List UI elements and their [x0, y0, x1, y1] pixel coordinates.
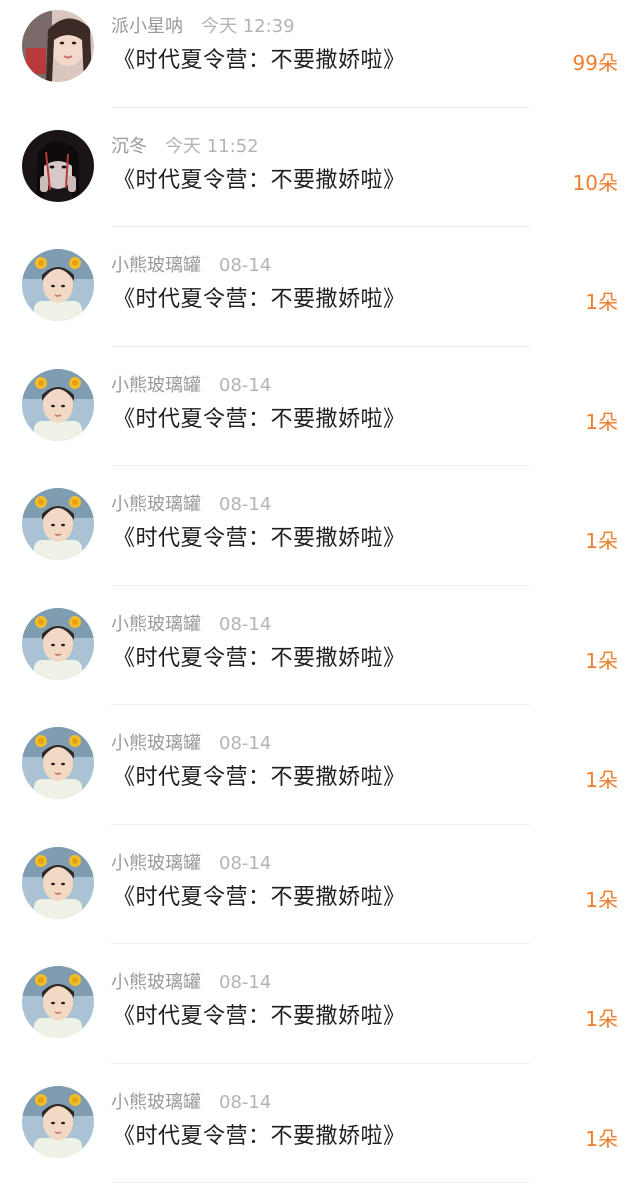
avatar[interactable]: [22, 369, 94, 441]
username[interactable]: 小熊玻璃罐: [111, 853, 201, 874]
divider: [111, 465, 530, 466]
item-title: 《时代夏令营：不要撒娇啦》: [113, 644, 406, 674]
avatar[interactable]: [22, 608, 94, 680]
username[interactable]: 沉冬: [111, 136, 147, 157]
flower-count: 1朵: [585, 1006, 618, 1032]
item-title: 《时代夏令营：不要撒娇啦》: [113, 166, 406, 196]
item-title: 《时代夏令营：不要撒娇啦》: [113, 285, 406, 315]
username[interactable]: 小熊玻璃罐: [111, 733, 201, 754]
item-title: 《时代夏令营：不要撒娇啦》: [113, 883, 406, 913]
item-title: 《时代夏令营：不要撒娇啦》: [113, 763, 406, 793]
list-item[interactable]: 派小星呐今天 12:39 《时代夏令营：不要撒娇啦》 99朵: [0, 0, 640, 120]
timestamp: 08-14: [219, 1092, 271, 1113]
username[interactable]: 小熊玻璃罐: [111, 972, 201, 993]
list-item[interactable]: 小熊玻璃罐 08-14 《时代夏令营：不要撒娇啦》 1朵: [0, 478, 640, 598]
flower-count: 1朵: [585, 767, 618, 793]
list-item[interactable]: 小熊玻璃罐 08-14 《时代夏令营：不要撒娇啦》 1朵: [0, 717, 640, 837]
flower-count: 1朵: [585, 289, 618, 315]
username[interactable]: 小熊玻璃罐: [111, 255, 201, 276]
username[interactable]: 小熊玻璃罐: [111, 375, 201, 396]
timestamp: 08-14: [219, 853, 271, 874]
item-title: 《时代夏令营：不要撒娇啦》: [113, 405, 406, 435]
username[interactable]: 派小星呐: [111, 16, 183, 37]
avatar[interactable]: [22, 130, 94, 202]
divider: [111, 107, 530, 108]
item-title: 《时代夏令营：不要撒娇啦》: [113, 1122, 406, 1152]
flower-count: 1朵: [585, 1126, 618, 1152]
flower-count: 1朵: [585, 528, 618, 554]
avatar[interactable]: [22, 249, 94, 321]
timestamp: 08-14: [219, 614, 271, 635]
timestamp: 今天 11:52: [165, 136, 259, 157]
timestamp: 08-14: [219, 375, 271, 396]
item-title: 《时代夏令营：不要撒娇啦》: [113, 46, 406, 76]
flower-count: 1朵: [585, 648, 618, 674]
divider: [111, 704, 530, 705]
avatar[interactable]: [22, 847, 94, 919]
list-item[interactable]: 小熊玻璃罐 08-14 《时代夏令营：不要撒娇啦》 1朵: [0, 239, 640, 359]
timestamp: 08-14: [219, 972, 271, 993]
list-item[interactable]: 小熊玻璃罐 08-14 《时代夏令营：不要撒娇啦》 1朵: [0, 837, 640, 957]
flower-count: 1朵: [585, 409, 618, 435]
gift-list: 派小星呐今天 12:39 《时代夏令营：不要撒娇啦》 99朵 沉冬今天 11:5…: [0, 0, 640, 1182]
list-item[interactable]: 小熊玻璃罐 08-14 《时代夏令营：不要撒娇啦》 1朵: [0, 359, 640, 479]
flower-count: 10朵: [573, 170, 618, 196]
divider: [111, 824, 530, 825]
timestamp: 08-14: [219, 494, 271, 515]
flower-count: 99朵: [573, 50, 618, 76]
item-title: 《时代夏令营：不要撒娇啦》: [113, 524, 406, 554]
divider: [111, 226, 530, 227]
avatar[interactable]: [22, 966, 94, 1038]
divider: [111, 585, 530, 586]
timestamp: 今天 12:39: [201, 16, 295, 37]
list-item[interactable]: 小熊玻璃罐 08-14 《时代夏令营：不要撒娇啦》 1朵: [0, 598, 640, 718]
avatar[interactable]: [22, 1086, 94, 1158]
timestamp: 08-14: [219, 255, 271, 276]
avatar[interactable]: [22, 727, 94, 799]
avatar[interactable]: [22, 10, 94, 82]
divider: [111, 1182, 530, 1183]
username[interactable]: 小熊玻璃罐: [111, 494, 201, 515]
list-item[interactable]: 沉冬今天 11:52 《时代夏令营：不要撒娇啦》 10朵: [0, 120, 640, 240]
divider: [111, 1063, 530, 1064]
item-title: 《时代夏令营：不要撒娇啦》: [113, 1002, 406, 1032]
list-item[interactable]: 小熊玻璃罐 08-14 《时代夏令营：不要撒娇啦》 1朵: [0, 956, 640, 1076]
list-item[interactable]: 小熊玻璃罐 08-14 《时代夏令营：不要撒娇啦》 1朵: [0, 1076, 640, 1195]
timestamp: 08-14: [219, 733, 271, 754]
divider: [111, 943, 530, 944]
avatar[interactable]: [22, 488, 94, 560]
username[interactable]: 小熊玻璃罐: [111, 614, 201, 635]
flower-count: 1朵: [585, 887, 618, 913]
divider: [111, 346, 530, 347]
username[interactable]: 小熊玻璃罐: [111, 1092, 201, 1113]
